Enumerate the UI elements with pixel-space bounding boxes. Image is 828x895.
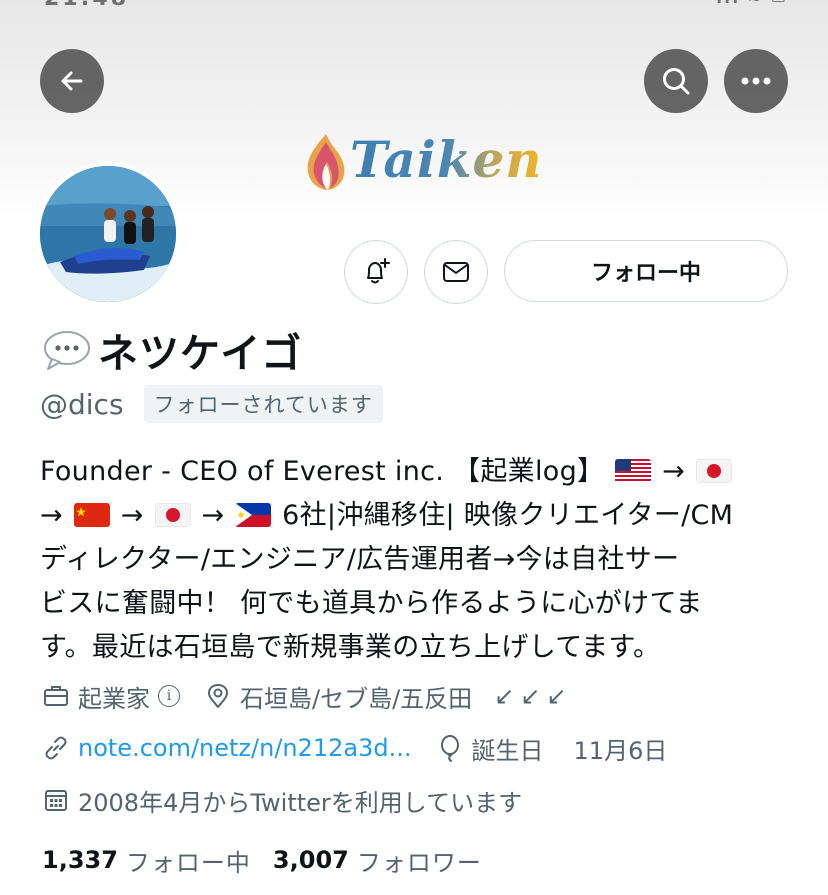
jp-flag-icon bbox=[154, 503, 191, 527]
banner-logo-text: Taiken bbox=[350, 130, 543, 189]
search-icon bbox=[663, 68, 690, 95]
status-time: 21:48 bbox=[44, 0, 129, 10]
display-name: ネツケイゴ bbox=[98, 331, 303, 377]
ph-flag-icon bbox=[235, 503, 272, 527]
handle-row: @dics フォローされています bbox=[40, 384, 383, 424]
notify-button[interactable] bbox=[344, 240, 408, 304]
location-label: 石垣島/セブ島/五反田 bbox=[240, 684, 473, 713]
jp-flag-icon bbox=[695, 459, 732, 483]
birthday-value: 11月6日 bbox=[573, 736, 668, 765]
meta-row-2: note.com/netz/n/n212a3d... 誕生日 11月6日 bbox=[42, 728, 691, 768]
avatar[interactable] bbox=[36, 162, 180, 306]
more-horizontal-icon bbox=[741, 77, 771, 85]
cn-flag-icon bbox=[73, 503, 110, 527]
bio-text: 6社|沖縄移住| 映像クリエイター/CM bbox=[282, 500, 734, 531]
website-item[interactable]: note.com/netz/n/n212a3d... bbox=[42, 734, 412, 762]
meta-row-1: 起業家 i 石垣島/セブ島/五反田 ↙↙↙ bbox=[42, 676, 597, 716]
bio-line-1: Founder - CEO of Everest inc. 【起業log】 → bbox=[40, 450, 790, 494]
following-count[interactable]: 1,337 bbox=[42, 846, 118, 874]
followers-label[interactable]: フォロワー bbox=[357, 843, 482, 878]
banner-logo: Taiken bbox=[302, 126, 542, 196]
envelope-icon bbox=[443, 262, 469, 282]
avatar-photo bbox=[40, 166, 176, 302]
message-button[interactable] bbox=[424, 240, 488, 304]
bio-arrow: → bbox=[40, 500, 63, 531]
follow-stats: 1,337 フォロー中 3,007 フォロワー bbox=[42, 840, 504, 880]
user-handle: @dics bbox=[40, 387, 124, 421]
balloon-icon bbox=[440, 735, 459, 762]
profession-item: 起業家 i bbox=[42, 679, 180, 714]
bio-arrow: → bbox=[662, 456, 686, 487]
back-button[interactable] bbox=[40, 49, 104, 113]
meta-row-3: 2008年4月からTwitterを利用しています bbox=[42, 780, 546, 820]
arrow-left-icon bbox=[61, 71, 83, 91]
bell-plus-icon bbox=[367, 258, 390, 284]
joined-item: 2008年4月からTwitterを利用しています bbox=[42, 783, 522, 818]
bio-arrow: → bbox=[120, 500, 144, 531]
profession-label: 起業家 bbox=[78, 684, 150, 713]
profile-bio: Founder - CEO of Everest inc. 【起業log】 → … bbox=[40, 450, 790, 670]
info-icon[interactable]: i bbox=[158, 685, 180, 707]
search-button[interactable] bbox=[644, 49, 708, 113]
location-pin-icon bbox=[208, 684, 228, 708]
bio-text: Founder - CEO of Everest inc. 【起業log】 bbox=[40, 456, 605, 487]
bio-arrow: → bbox=[201, 500, 225, 531]
briefcase-icon bbox=[44, 686, 68, 706]
bio-line-2: → → → 6社|沖縄移住| 映像クリエイター/CM bbox=[40, 494, 790, 538]
status-indicators: ... ≈ ▭ bbox=[716, 0, 788, 7]
following-label[interactable]: フォロー中 bbox=[126, 843, 251, 878]
website-link[interactable]: note.com/netz/n/n212a3d... bbox=[78, 734, 412, 762]
bio-line-4: ビスに奮闘中！ 何でも道具から作るように心がけてま bbox=[40, 588, 703, 619]
joined-date: 2008年4月からTwitterを利用しています bbox=[78, 788, 523, 817]
display-name-row: ネツケイゴ bbox=[42, 322, 302, 378]
us-flag-icon bbox=[615, 459, 652, 483]
bio-line-5: す。最近は石垣島で新規事業の立ち上げしてます。 bbox=[40, 632, 661, 663]
follows-you-badge: フォローされています bbox=[143, 385, 383, 423]
more-button[interactable] bbox=[724, 49, 788, 113]
calendar-icon bbox=[45, 790, 67, 811]
location-arrows: ↙↙↙ bbox=[494, 682, 573, 710]
location-item: 石垣島/セブ島/五反田 ↙↙↙ bbox=[204, 679, 573, 714]
bio-line-3: ディレクター/エンジニア/広告運用者→今は自社サー bbox=[40, 544, 680, 575]
speech-bubble-icon bbox=[44, 331, 90, 370]
birthday-item: 誕生日 11月6日 bbox=[436, 731, 668, 766]
birthday-label: 誕生日 bbox=[471, 736, 544, 765]
flame-icon bbox=[307, 134, 345, 190]
status-bar: 21:48 ... ≈ ▭ bbox=[0, 0, 828, 10]
followers-count[interactable]: 3,007 bbox=[273, 846, 349, 874]
following-button[interactable]: フォロー中 bbox=[504, 240, 788, 302]
link-icon bbox=[45, 736, 67, 760]
